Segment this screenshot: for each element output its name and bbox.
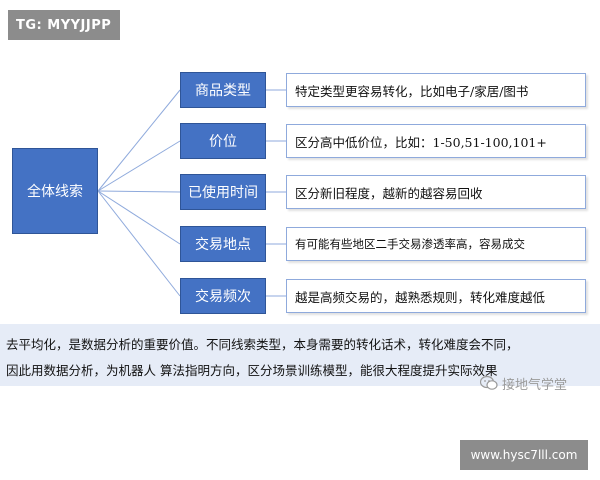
page: TG: MYYJJPP 全体线索 商品类型 特定类型更容易转化，比如电子/家居/… (0, 0, 600, 480)
connector-line-2 (97, 140, 181, 192)
caption-line-1: 去平均化，是数据分析的重要价值。不同线索类型，本身需要的转化话术，转化难度会不同… (6, 337, 519, 352)
node-frequency: 交易频次 (180, 278, 266, 314)
wechat-watermark: 接地气学堂 (480, 372, 567, 394)
connector-line-5 (97, 190, 181, 297)
node-price: 价位 (180, 123, 266, 159)
root-node: 全体线索 (12, 148, 98, 234)
connector-line-4 (97, 190, 181, 245)
node-product-type: 商品类型 (180, 72, 266, 108)
watermark-text: 接地气学堂 (502, 377, 568, 393)
caption-line-2: 因此用数据分析，为机器人 算法指明方向，区分场景训练模型，能很大程度提升实际效果 (6, 363, 498, 378)
desc-used-time: 区分新旧程度，越新的越容易回收 (286, 175, 586, 209)
desc-product-type: 特定类型更容易转化，比如电子/家居/图书 (286, 73, 586, 107)
connector-line-1 (97, 89, 181, 192)
node-location: 交易地点 (180, 226, 266, 262)
connector-line-3 (97, 190, 181, 193)
desc-price: 区分高中低价位，比如：1-50,51-100,101+ (286, 124, 586, 158)
node-used-time: 已使用时间 (180, 174, 266, 210)
url-badge: www.hysc7lll.com (460, 440, 588, 470)
desc-frequency: 越是高频交易的，越熟悉规则，转化难度越低 (286, 279, 586, 313)
wechat-icon (480, 375, 498, 390)
desc-location: 有可能有些地区二手交易渗透率高，容易成交 (286, 227, 586, 261)
